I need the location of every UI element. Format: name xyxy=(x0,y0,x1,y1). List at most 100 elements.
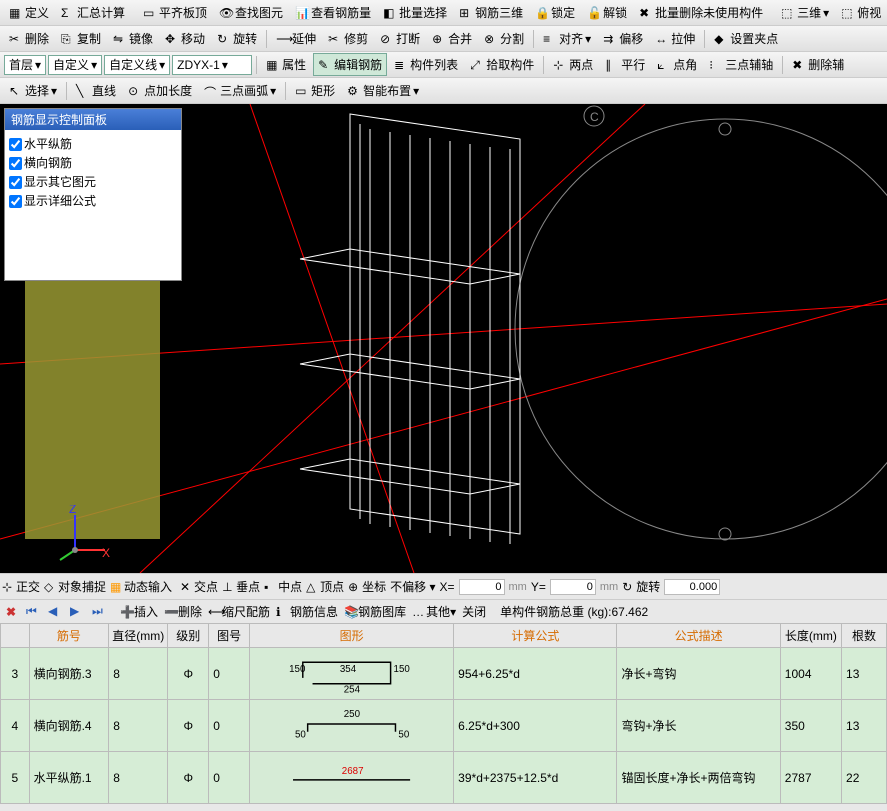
three-point-arc-button[interactable]: ⌒三点画弧▾ xyxy=(199,79,281,102)
line-button[interactable]: ╲直线 xyxy=(71,79,121,102)
rebar-info-button[interactable]: ℹ钢筋信息 xyxy=(276,603,338,620)
col-formula-desc[interactable]: 公式描述 xyxy=(617,624,780,648)
align-button[interactable]: ≡对齐▾ xyxy=(538,27,596,50)
panel-item-3[interactable]: 显示详细公式 xyxy=(9,191,177,210)
floor-select[interactable]: 首层 ▾ xyxy=(4,55,46,75)
view-3d-button[interactable]: ⬚三维▾ xyxy=(776,1,834,24)
prev-record-button[interactable]: ◀ xyxy=(48,604,64,620)
table-row[interactable]: 3 横向钢筋.3 8 Φ 0 354 254 150 150 954+6.25*… xyxy=(1,648,887,700)
summary-calc-button[interactable]: Σ汇总计算 xyxy=(56,1,130,24)
extend-button[interactable]: ⟶延伸 xyxy=(271,27,321,50)
svg-text:X: X xyxy=(102,546,110,560)
status-toolbar: ⊹正交 ◇对象捕捉 ▦动态输入 ✕交点 ⊥垂点 ▪中点 △顶点 ⊕坐标 不偏移 … xyxy=(0,573,887,599)
svg-text:254: 254 xyxy=(344,684,361,694)
coord-button[interactable]: ⊕坐标 xyxy=(348,578,386,595)
merge-button[interactable]: ⊕合并 xyxy=(427,27,477,50)
col-length[interactable]: 长度(mm) xyxy=(780,624,841,648)
col-num[interactable] xyxy=(1,624,30,648)
dyn-input-button[interactable]: ▦动态输入 xyxy=(110,578,172,595)
vertex-button[interactable]: △顶点 xyxy=(306,578,344,595)
smart-layout-button[interactable]: ⚙智能布置▾ xyxy=(342,79,424,102)
stretch-button[interactable]: ↔拉伸 xyxy=(650,27,700,50)
col-grade[interactable]: 级别 xyxy=(168,624,209,648)
first-record-button[interactable]: ⏮ xyxy=(26,604,42,620)
component-list-button[interactable]: ≣构件列表 xyxy=(389,53,463,76)
delete-row-button[interactable]: ➖删除 xyxy=(164,603,202,620)
panel-item-0[interactable]: 水平纵筋 xyxy=(9,134,177,153)
rotate-status-button[interactable]: ↻旋转 xyxy=(622,578,660,595)
rotate-input[interactable] xyxy=(664,579,720,595)
svg-text:50: 50 xyxy=(295,730,306,741)
lock-icon: 🔒 xyxy=(535,6,549,20)
view-rebar-button[interactable]: 📊查看钢筋量 xyxy=(290,1,376,24)
viewport-3d[interactable]: 钢筋显示控制面板 水平纵筋 横向钢筋 显示其它图元 显示详细公式 C xyxy=(0,104,887,573)
define-button[interactable]: ▦定义 xyxy=(4,1,54,24)
insert-row-button[interactable]: ➕插入 xyxy=(120,603,158,620)
split-button[interactable]: ⊗分割 xyxy=(479,27,529,50)
rebar-3d-button[interactable]: ⊞钢筋三维 xyxy=(454,1,528,24)
svg-text:50: 50 xyxy=(398,730,409,741)
mid-button[interactable]: ▪中点 xyxy=(264,578,302,595)
mirror-button[interactable]: ⇋镜像 xyxy=(108,27,158,50)
col-rebar-id[interactable]: 筋号 xyxy=(29,624,109,648)
rotate-button[interactable]: ↻旋转 xyxy=(212,27,262,50)
code-select[interactable]: ZDYX-1 ▾ xyxy=(172,55,252,75)
rect-button[interactable]: ▭矩形 xyxy=(290,79,340,102)
two-point-button[interactable]: ⊹两点 xyxy=(548,53,598,76)
find-element-button[interactable]: 👁查找图元 xyxy=(214,1,288,24)
point-angle-button[interactable]: ⟀点角 xyxy=(652,53,702,76)
balance-board-button[interactable]: ▭平齐板顶 xyxy=(138,1,212,24)
main-toolbar-3: 首层 ▾ 自定义 ▾ 自定义线 ▾ ZDYX-1 ▾ ▦属性 ✎编辑钢筋 ≣构件… xyxy=(0,52,887,78)
next-record-button[interactable]: ▶ xyxy=(70,604,86,620)
svg-text:C: C xyxy=(590,110,599,124)
point-length-button[interactable]: ⊙点加长度 xyxy=(123,79,197,102)
x-label: X= xyxy=(440,580,455,594)
parallel-button[interactable]: ∥平行 xyxy=(600,53,650,76)
custom-select[interactable]: 自定义 ▾ xyxy=(48,55,102,75)
three-point-aux-button[interactable]: ⁝三点辅轴 xyxy=(704,53,778,76)
properties-button[interactable]: ▦属性 xyxy=(261,53,311,76)
close-button[interactable]: 关闭 xyxy=(462,603,486,620)
col-shape[interactable]: 图形 xyxy=(250,624,454,648)
set-grip-button[interactable]: ◆设置夹点 xyxy=(709,27,783,50)
y-input[interactable] xyxy=(550,579,596,595)
panel-item-1[interactable]: 横向钢筋 xyxy=(9,153,177,172)
break-button[interactable]: ⊘打断 xyxy=(375,27,425,50)
col-diameter[interactable]: 直径(mm) xyxy=(109,624,168,648)
select-button[interactable]: ↖选择▾ xyxy=(4,79,62,102)
batch-select-button[interactable]: ◧批量选择 xyxy=(378,1,452,24)
panel-item-2[interactable]: 显示其它图元 xyxy=(9,172,177,191)
svg-text:150: 150 xyxy=(289,664,306,675)
delete-button[interactable]: ✂删除 xyxy=(4,27,54,50)
x-input[interactable] xyxy=(459,579,505,595)
top-view-button[interactable]: ⬚俯视 xyxy=(836,1,886,24)
intersection-button[interactable]: ✕交点 xyxy=(180,578,218,595)
col-drawing[interactable]: 图号 xyxy=(209,624,250,648)
other-button[interactable]: …其他▾ xyxy=(412,603,456,620)
offset-mode-select[interactable]: 不偏移 ▾ xyxy=(390,578,435,595)
col-formula[interactable]: 计算公式 xyxy=(454,624,617,648)
last-record-button[interactable]: ⏭ xyxy=(92,604,108,620)
table-row[interactable]: 4 横向钢筋.4 8 Φ 0 250 50 50 6.25*d+300 弯钩+净… xyxy=(1,700,887,752)
edit-rebar-button[interactable]: ✎编辑钢筋 xyxy=(313,53,387,76)
batch-delete-button[interactable]: ✖批量删除未使用构件 xyxy=(634,1,768,24)
ortho-button[interactable]: ⊹正交 xyxy=(2,578,40,595)
scale-rebar-button[interactable]: ⟷缩尺配筋 xyxy=(208,603,270,620)
delete-aux-button[interactable]: ✖删除辅 xyxy=(787,53,849,76)
custom-line-select[interactable]: 自定义线 ▾ xyxy=(104,55,170,75)
close-table-button[interactable]: ✖ xyxy=(6,605,20,619)
copy-button[interactable]: ⎘复制 xyxy=(56,27,106,50)
perp-button[interactable]: ⊥垂点 xyxy=(222,578,260,595)
move-button[interactable]: ✥移动 xyxy=(160,27,210,50)
osnap-button[interactable]: ◇对象捕捉 xyxy=(44,578,106,595)
rebar-library-button[interactable]: 📚钢筋图库 xyxy=(344,603,406,620)
trim-button[interactable]: ✂修剪 xyxy=(323,27,373,50)
rebar-display-panel: 钢筋显示控制面板 水平纵筋 横向钢筋 显示其它图元 显示详细公式 xyxy=(4,108,182,281)
pick-component-button[interactable]: ⤢拾取构件 xyxy=(465,53,539,76)
svg-text:150: 150 xyxy=(394,664,411,675)
unlock-button[interactable]: 🔓解锁 xyxy=(582,1,632,24)
offset-button[interactable]: ⇉偏移 xyxy=(598,27,648,50)
table-row[interactable]: 5 水平纵筋.1 8 Φ 0 2687 39*d+2375+12.5*d 锚固长… xyxy=(1,752,887,804)
col-count[interactable]: 根数 xyxy=(842,624,887,648)
lock-button[interactable]: 🔒锁定 xyxy=(530,1,580,24)
